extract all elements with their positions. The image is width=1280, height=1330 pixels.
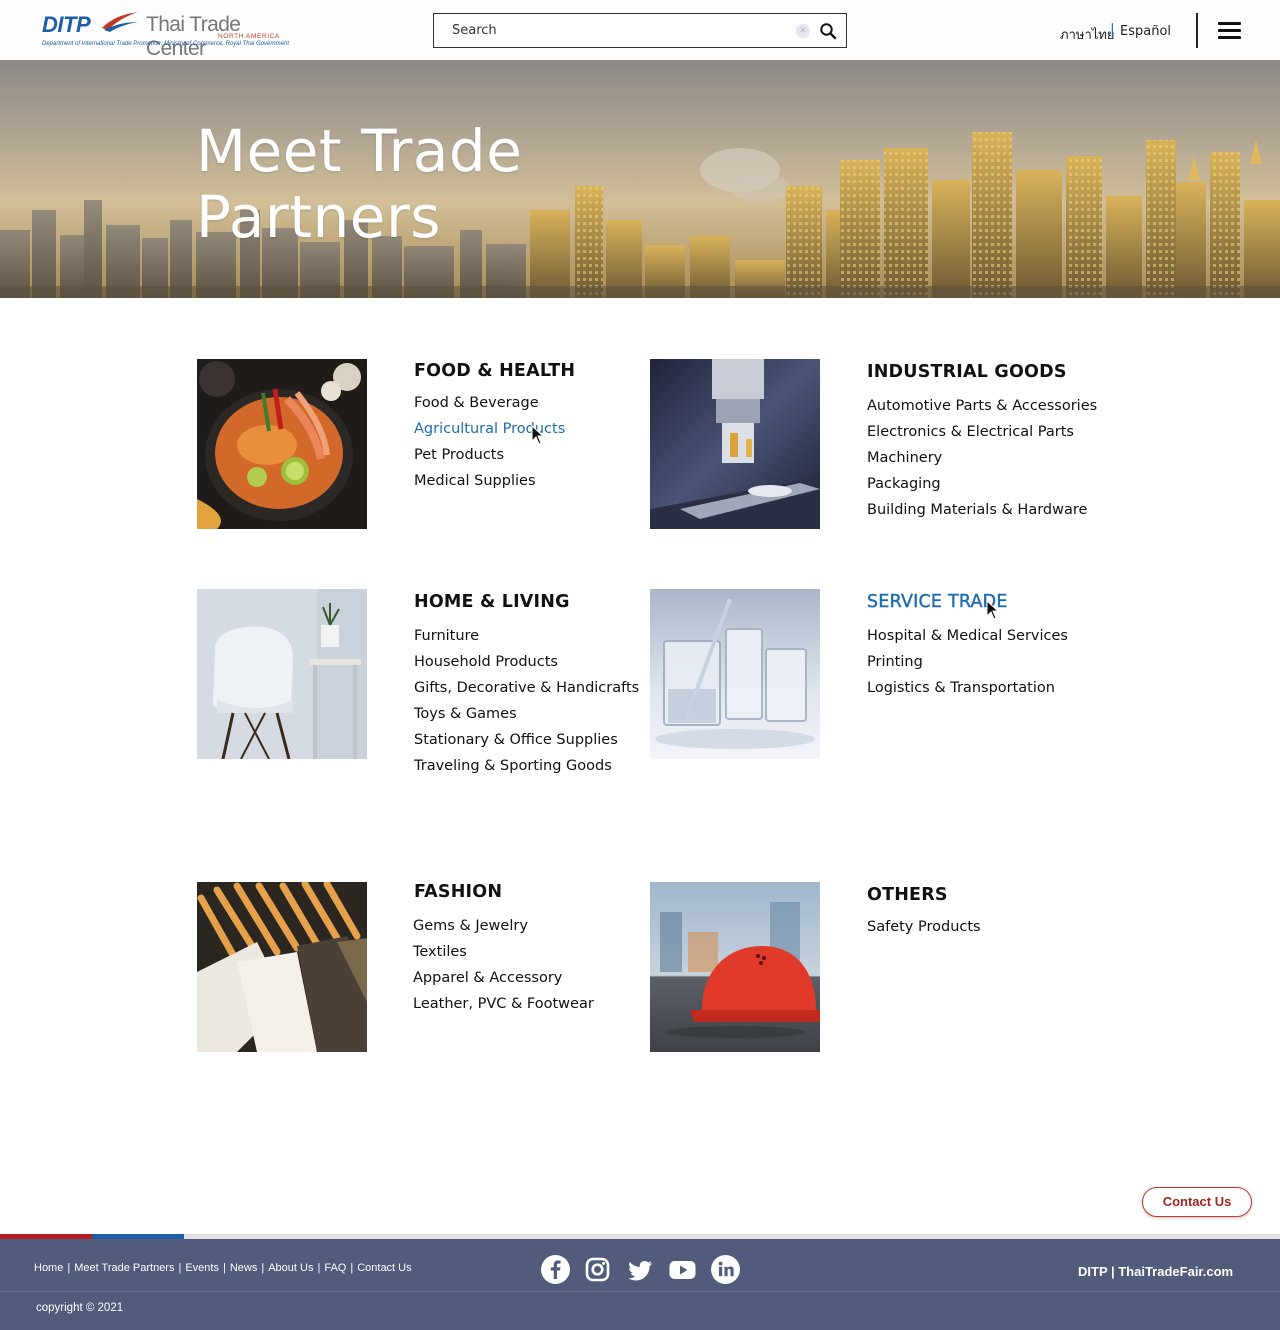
subcategory-stationary-office[interactable]: Stationary & Office Supplies xyxy=(414,727,639,753)
others-image[interactable] xyxy=(650,882,820,1052)
subcategory-packaging[interactable]: Packaging xyxy=(867,471,1097,497)
footer-link-faq[interactable]: FAQ xyxy=(324,1262,346,1274)
footer-link-contact-us[interactable]: Contact Us xyxy=(357,1262,411,1274)
youtube-icon[interactable] xyxy=(668,1255,697,1284)
footer-link-events[interactable]: Events xyxy=(185,1262,219,1274)
subcategory-hospital-medical[interactable]: Hospital & Medical Services xyxy=(867,623,1068,649)
category-title-industrial-goods[interactable]: INDUSTRIAL GOODS xyxy=(867,362,1067,382)
copyright-text: copyright © 2021 xyxy=(36,1302,124,1314)
search-bar: ✕ xyxy=(433,13,847,48)
service-trade-image[interactable] xyxy=(650,589,820,759)
contact-us-button[interactable]: Contact Us xyxy=(1142,1187,1252,1217)
hamburger-menu-icon[interactable] xyxy=(1218,22,1241,39)
search-icon[interactable] xyxy=(819,22,837,40)
subcategory-traveling-sporting[interactable]: Traveling & Sporting Goods xyxy=(414,753,639,779)
footer-nav: Home | Meet Trade Partners | Events | News | Abo… xyxy=(34,1262,412,1274)
clear-search-icon[interactable]: ✕ xyxy=(796,24,810,38)
subcategory-automotive-parts[interactable]: Automotive Parts & Accessories xyxy=(867,393,1097,419)
category-list-service-trade: Hospital & Medical Services Printing Log… xyxy=(867,623,1068,701)
category-title-food-health[interactable]: FOOD & HEALTH xyxy=(414,361,575,381)
language-separator: | xyxy=(1110,22,1115,38)
subcategory-food-beverage[interactable]: Food & Beverage xyxy=(414,390,565,416)
hero-banner: Meet Trade Partners xyxy=(0,60,1280,298)
page-title: Meet Trade Partners xyxy=(196,118,656,250)
subcategory-textiles[interactable]: Textiles xyxy=(413,939,594,965)
search-input[interactable] xyxy=(434,14,784,47)
subcategory-printing[interactable]: Printing xyxy=(867,649,1068,675)
subcategory-toys-games[interactable]: Toys & Games xyxy=(414,701,639,727)
mouse-pointer-icon xyxy=(531,425,545,445)
logo-department-text: Department of International Trade Promot… xyxy=(42,41,289,47)
facebook-icon[interactable] xyxy=(541,1255,570,1284)
subcategory-gifts-handicrafts[interactable]: Gifts, Decorative & Handicrafts xyxy=(414,675,639,701)
subcategory-machinery[interactable]: Machinery xyxy=(867,445,1097,471)
category-list-others: Safety Products xyxy=(867,914,981,940)
category-title-others[interactable]: OTHERS xyxy=(867,885,948,905)
footer-brand-link[interactable]: DITP | ThaiTradeFair.com xyxy=(1078,1264,1233,1279)
subcategory-medical-supplies[interactable]: Medical Supplies xyxy=(414,468,565,494)
footer-link-separator: | xyxy=(261,1262,265,1274)
subcategory-safety-products[interactable]: Safety Products xyxy=(867,914,981,940)
subcategory-pet-products[interactable]: Pet Products xyxy=(414,442,565,468)
site-footer: Home | Meet Trade Partners | Events | News | Abo… xyxy=(0,1239,1280,1330)
footer-link-separator: | xyxy=(317,1262,321,1274)
footer-link-separator: | xyxy=(67,1262,71,1274)
footer-link-separator: | xyxy=(178,1262,182,1274)
page-title-line-1: Meet Trade xyxy=(196,117,523,185)
language-thai-link[interactable]: ภาษาไทย xyxy=(1060,24,1114,45)
industrial-goods-image[interactable] xyxy=(650,359,820,529)
language-spanish-link[interactable]: Español xyxy=(1120,24,1171,39)
linkedin-icon[interactable] xyxy=(711,1255,740,1284)
subcategory-gems-jewelry[interactable]: Gems & Jewelry xyxy=(413,913,594,939)
subcategory-household-products[interactable]: Household Products xyxy=(414,649,639,675)
footer-link-news[interactable]: News xyxy=(230,1262,258,1274)
footer-link-about-us[interactable]: About Us xyxy=(268,1262,313,1274)
footer-divider xyxy=(0,1291,1280,1292)
category-title-fashion[interactable]: FASHION xyxy=(414,882,502,902)
category-list-industrial-goods: Automotive Parts & Accessories Electroni… xyxy=(867,393,1097,523)
fashion-image[interactable] xyxy=(197,882,367,1052)
category-list-home-living: Furniture Household Products Gifts, Deco… xyxy=(414,623,639,779)
footer-link-meet-trade-partners[interactable]: Meet Trade Partners xyxy=(74,1262,174,1274)
footer-link-separator: | xyxy=(222,1262,226,1274)
logo-region-text: NORTH AMERICA xyxy=(218,33,280,40)
logo-ditp-text: DITP xyxy=(42,12,91,37)
footer-link-home[interactable]: Home xyxy=(34,1262,63,1274)
site-header: DITP Thai Trade Center NORTH AMERICA Dep… xyxy=(0,0,1280,60)
subcategory-apparel[interactable]: Apparel & Accessory xyxy=(413,965,594,991)
header-divider xyxy=(1196,13,1198,48)
subcategory-building-materials[interactable]: Building Materials & Hardware xyxy=(867,497,1097,523)
subcategory-electronics[interactable]: Electronics & Electrical Parts xyxy=(867,419,1097,445)
ditp-logo[interactable]: DITP Thai Trade Center NORTH AMERICA Dep… xyxy=(42,10,302,60)
subcategory-furniture[interactable]: Furniture xyxy=(414,623,639,649)
page-title-line-2: Partners xyxy=(196,183,442,251)
home-living-image[interactable] xyxy=(197,589,367,759)
twitter-icon[interactable] xyxy=(626,1255,655,1284)
footer-link-separator: | xyxy=(350,1262,354,1274)
mouse-pointer-icon xyxy=(986,600,1000,620)
instagram-icon[interactable] xyxy=(583,1255,612,1284)
category-list-fashion: Gems & Jewelry Textiles Apparel & Access… xyxy=(413,913,594,1017)
subcategory-logistics[interactable]: Logistics & Transportation xyxy=(867,675,1068,701)
category-title-home-living[interactable]: HOME & LIVING xyxy=(414,592,570,612)
food-health-image[interactable] xyxy=(197,359,367,529)
subcategory-leather-footwear[interactable]: Leather, PVC & Footwear xyxy=(413,991,594,1017)
logo-swoosh-icon xyxy=(102,12,138,32)
